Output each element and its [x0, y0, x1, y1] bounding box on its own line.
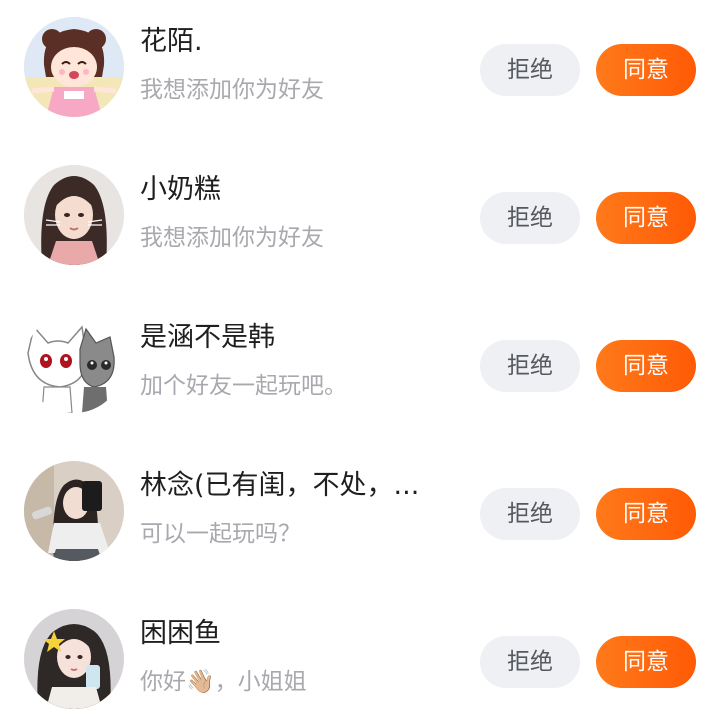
request-message: 可以一起玩吗？ — [140, 521, 301, 547]
request-message: 我想添加你为好友 — [140, 77, 324, 103]
accept-button[interactable]: 同意 — [596, 636, 696, 688]
request-message: 我想添加你为好友 — [140, 225, 324, 251]
girl-photo-icon — [24, 165, 124, 265]
requester-name: 是涵不是韩 — [140, 322, 275, 353]
friend-request-item[interactable]: 小奶糕 我想添加你为好友 拒绝 同意 — [0, 148, 720, 296]
requester-name: 困困鱼 — [140, 618, 221, 649]
avatar[interactable] — [24, 17, 124, 117]
requester-name: 林念(已有闺，不处，... — [140, 470, 420, 501]
friend-request-item[interactable]: 是涵不是韩 加个好友一起玩吧。 拒绝 同意 — [0, 296, 720, 444]
avatar[interactable] — [24, 609, 124, 709]
girl-selfie-icon — [24, 609, 124, 709]
reject-button[interactable]: 拒绝 — [480, 192, 580, 244]
friend-request-item[interactable]: 花陌. 我想添加你为好友 拒绝 同意 — [0, 0, 720, 148]
friend-request-item[interactable]: 困困鱼 你好👋🏼，小姐姐 拒绝 同意 — [0, 592, 720, 720]
avatar[interactable] — [24, 165, 124, 265]
request-message: 你好👋🏼，小姐姐 — [140, 669, 307, 695]
avatar[interactable] — [24, 461, 124, 561]
cartoon-girl-icon — [24, 17, 124, 117]
avatar[interactable] — [24, 313, 124, 413]
accept-button[interactable]: 同意 — [596, 340, 696, 392]
friend-request-list: 花陌. 我想添加你为好友 拒绝 同意 小奶糕 我想添加你为好友 拒绝 同意 是涵… — [0, 0, 720, 720]
accept-button[interactable]: 同意 — [596, 192, 696, 244]
accept-button[interactable]: 同意 — [596, 44, 696, 96]
reject-button[interactable]: 拒绝 — [480, 340, 580, 392]
reject-button[interactable]: 拒绝 — [480, 44, 580, 96]
reject-button[interactable]: 拒绝 — [480, 488, 580, 540]
accept-button[interactable]: 同意 — [596, 488, 696, 540]
mirror-selfie-icon — [24, 461, 124, 561]
reject-button[interactable]: 拒绝 — [480, 636, 580, 688]
requester-name: 小奶糕 — [140, 174, 221, 205]
cartoon-cats-icon — [24, 313, 124, 413]
requester-name: 花陌. — [140, 26, 203, 57]
request-message: 加个好友一起玩吧。 — [140, 373, 347, 399]
friend-request-item[interactable]: 林念(已有闺，不处，... 可以一起玩吗？ 拒绝 同意 — [0, 444, 720, 592]
